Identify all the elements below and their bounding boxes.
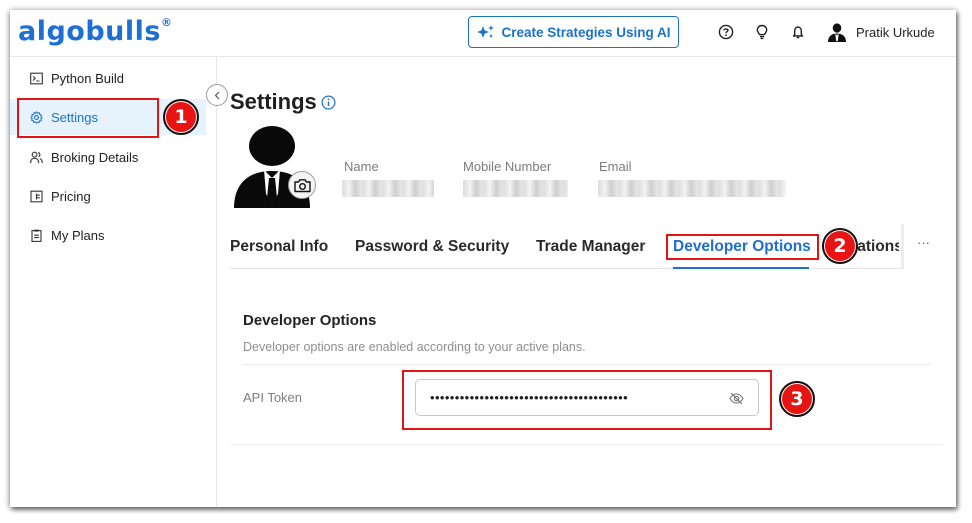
email-label: Email	[599, 159, 632, 174]
name-value-redacted	[342, 180, 434, 197]
bell-icon[interactable]	[790, 24, 806, 40]
name-label: Name	[344, 159, 379, 174]
sidebar-item-label: My Plans	[51, 227, 105, 243]
sparkle-icon	[477, 25, 495, 38]
users-icon	[30, 151, 43, 163]
change-photo-button[interactable]	[288, 171, 316, 199]
top-bar: algobulls® Create Strategies Using AI Pr…	[10, 10, 956, 57]
sidebar-item-pricing[interactable]: Pricing	[10, 178, 206, 214]
chevron-left-icon	[214, 91, 219, 99]
divider	[243, 364, 931, 365]
help-circle-icon[interactable]	[718, 24, 734, 40]
user-menu[interactable]: Pratik Urkude	[827, 22, 935, 42]
sidebar-item-broking-details[interactable]: Broking Details	[10, 139, 206, 175]
annotation-highlight-settings	[17, 98, 159, 138]
annotation-highlight-developer-tab	[666, 234, 819, 260]
create-strategies-ai-button[interactable]: Create Strategies Using AI	[468, 16, 679, 48]
sidebar-item-label: Pricing	[51, 188, 91, 204]
tab-trade-manager[interactable]: Trade Manager	[536, 238, 645, 256]
receipt-icon	[30, 190, 43, 202]
sidebar-item-label: Broking Details	[51, 149, 139, 165]
mobile-value-redacted	[463, 180, 568, 197]
annotation-badge-2: 2	[822, 228, 858, 264]
info-icon[interactable]	[321, 95, 336, 110]
page-title: Settings	[230, 89, 317, 114]
sidebar-item-label: Python Build	[51, 70, 124, 86]
camera-icon	[293, 178, 311, 192]
developer-options-description: Developer options are enabled according …	[243, 340, 586, 354]
user-avatar-icon	[828, 23, 846, 42]
app-window: algobulls® Create Strategies Using AI Pr…	[10, 10, 956, 507]
sidebar-item-python-build[interactable]: Python Build	[10, 60, 206, 96]
annotation-badge-1: 1	[163, 99, 199, 135]
active-tab-indicator	[673, 267, 809, 269]
tabs-more-button[interactable]: ···	[901, 224, 943, 269]
user-name: Pratik Urkude	[856, 24, 935, 40]
sidebar-collapse-button[interactable]	[206, 84, 228, 106]
annotation-badge-3: 3	[779, 381, 815, 417]
mobile-label: Mobile Number	[463, 159, 552, 174]
ai-button-label: Create Strategies Using AI	[501, 24, 671, 40]
tab-personal-info[interactable]: Personal Info	[230, 238, 328, 256]
clipboard-icon	[31, 229, 42, 242]
api-token-label: API Token	[243, 390, 303, 405]
sidebar-item-my-plans[interactable]: My Plans	[10, 217, 206, 253]
terminal-icon	[30, 72, 43, 84]
lightbulb-icon[interactable]	[754, 24, 770, 40]
email-value-redacted	[598, 180, 786, 197]
annotation-highlight-api-token	[402, 370, 772, 430]
developer-options-title: Developer Options	[243, 312, 377, 329]
tab-password-security[interactable]: Password & Security	[355, 238, 509, 256]
brand-logo[interactable]: algobulls®	[18, 16, 172, 47]
